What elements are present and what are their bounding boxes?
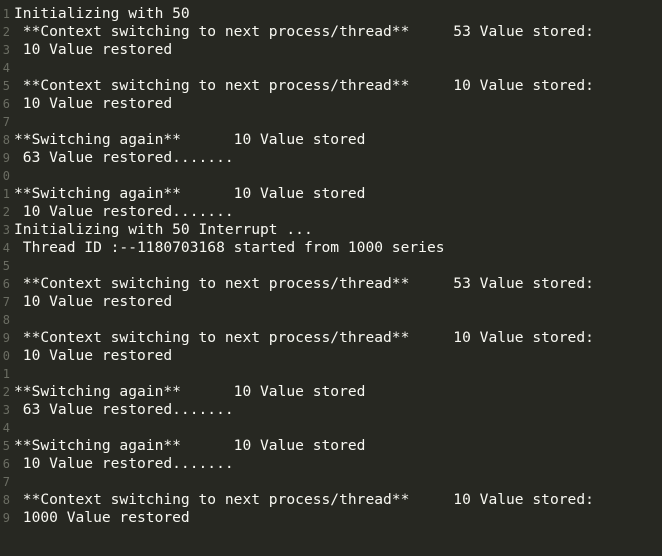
line-text[interactable]: Initializing with 50 bbox=[14, 5, 190, 23]
line-number: 5 bbox=[2, 79, 10, 93]
line-text[interactable]: **Switching again** 10 Value stored bbox=[14, 383, 365, 401]
line-text[interactable]: 10 Value restored....... bbox=[14, 203, 234, 221]
line-text[interactable]: 63 Value restored....... bbox=[14, 149, 234, 167]
line-number: 1 bbox=[2, 367, 10, 381]
line-number: 1 bbox=[2, 187, 10, 201]
line-text[interactable]: 10 Value restored bbox=[14, 41, 172, 59]
line-text[interactable]: **Switching again** 10 Value stored bbox=[14, 131, 365, 149]
line-number: 2 bbox=[2, 205, 10, 219]
line-text[interactable]: Initializing with 50 Interrupt ... bbox=[14, 221, 313, 239]
line-number: 9 bbox=[2, 331, 10, 345]
line-number: 2 bbox=[2, 385, 10, 399]
line-number: 3 bbox=[2, 223, 10, 237]
line-text[interactable]: **Context switching to next process/thre… bbox=[14, 329, 594, 347]
line-number: 7 bbox=[2, 475, 10, 489]
line-text[interactable]: 1000 Value restored bbox=[14, 509, 190, 527]
line-number: 1 bbox=[2, 7, 10, 21]
line-number: 9 bbox=[2, 511, 10, 525]
line-text[interactable]: **Context switching to next process/thre… bbox=[14, 275, 594, 293]
line-number: 9 bbox=[2, 151, 10, 165]
line-number: 3 bbox=[2, 403, 10, 417]
line-text[interactable]: **Switching again** 10 Value stored bbox=[14, 185, 365, 203]
line-number: 7 bbox=[2, 295, 10, 309]
line-number: 3 bbox=[2, 43, 10, 57]
line-text[interactable]: **Context switching to next process/thre… bbox=[14, 77, 594, 95]
line-text[interactable]: 10 Value restored....... bbox=[14, 455, 234, 473]
line-text[interactable]: 10 Value restored bbox=[14, 95, 172, 113]
line-text[interactable]: Thread ID :--1180703168 started from 100… bbox=[14, 239, 445, 257]
line-number: 2 bbox=[2, 25, 10, 39]
line-number: 6 bbox=[2, 457, 10, 471]
text-editor[interactable]: 1 Initializing with 50 2 **Context switchi… bbox=[0, 0, 662, 556]
line-number: 8 bbox=[2, 133, 10, 147]
line-number: 4 bbox=[2, 61, 10, 75]
line-number: 0 bbox=[2, 169, 10, 183]
line-number: 5 bbox=[2, 439, 10, 453]
line-number: 8 bbox=[2, 493, 10, 507]
line-number: 8 bbox=[2, 313, 10, 327]
line-number: 0 bbox=[2, 349, 10, 363]
line-text[interactable]: **Switching again** 10 Value stored bbox=[14, 437, 365, 455]
line-number: 6 bbox=[2, 97, 10, 111]
line-text[interactable]: **Context switching to next process/thre… bbox=[14, 491, 594, 509]
line-number: 4 bbox=[2, 241, 10, 255]
line-text[interactable]: 10 Value restored bbox=[14, 293, 172, 311]
line-number: 6 bbox=[2, 277, 10, 291]
line-number: 4 bbox=[2, 421, 10, 435]
line-text[interactable]: **Context switching to next process/thre… bbox=[14, 23, 594, 41]
line-number: 5 bbox=[2, 259, 10, 273]
line-text[interactable]: 63 Value restored....... bbox=[14, 401, 234, 419]
line-number: 7 bbox=[2, 115, 10, 129]
line-text[interactable]: 10 Value restored bbox=[14, 347, 172, 365]
